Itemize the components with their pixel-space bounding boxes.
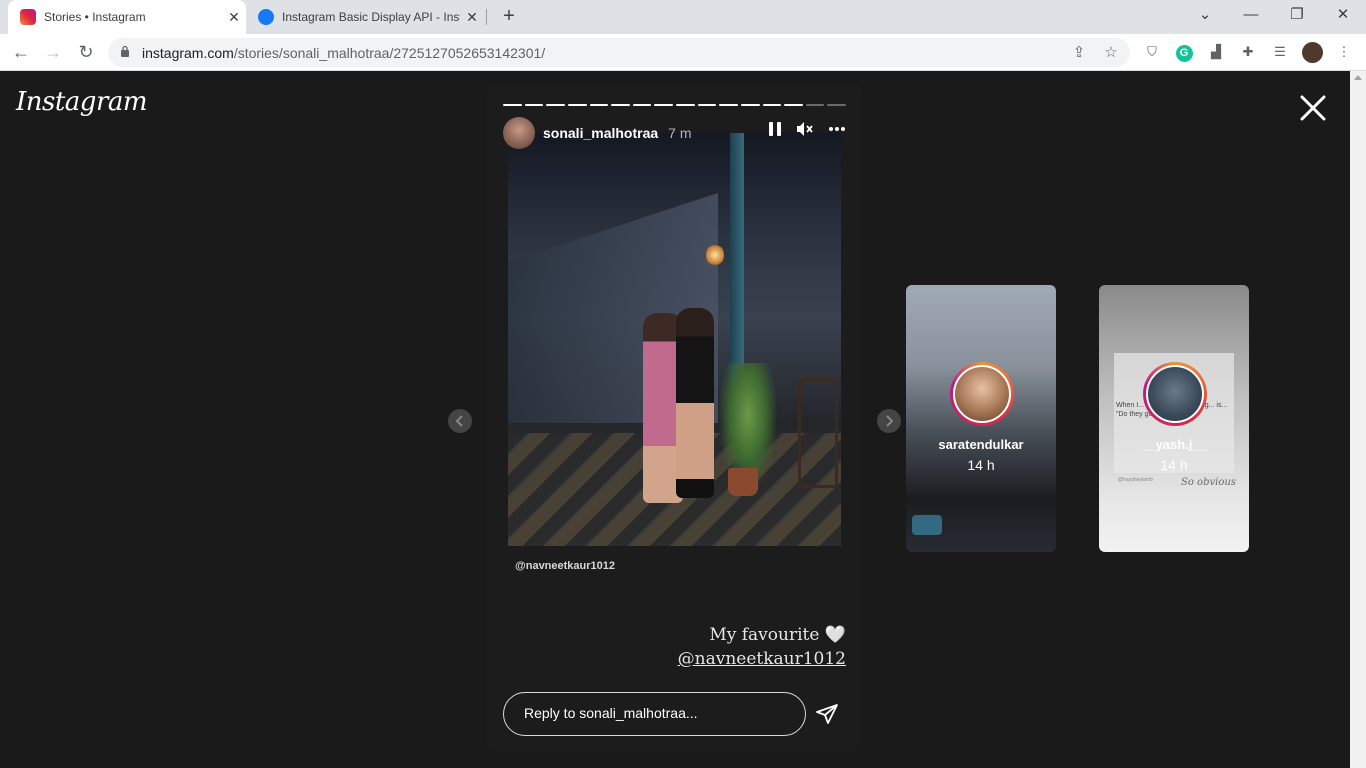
restore-window-icon[interactable]: ❐ — [1274, 0, 1320, 34]
preview-decoration — [912, 515, 942, 535]
url-text: instagram.com/stories/sonali_malhotraa/2… — [142, 45, 545, 61]
next-story-chevron-icon[interactable] — [877, 409, 901, 433]
tab-title: Stories • Instagram — [44, 10, 146, 24]
close-stories-icon[interactable] — [1298, 93, 1328, 123]
previous-story-chevron-icon[interactable] — [448, 409, 472, 433]
story-controls — [768, 121, 846, 137]
pause-icon[interactable] — [768, 121, 782, 137]
preview-username: __yash.j__ — [1141, 437, 1207, 452]
story-preview-yash[interactable]: When I... where the only thing... is... … — [1099, 285, 1249, 552]
preview-timestamp: 14 h — [967, 457, 995, 473]
progress-segment — [805, 104, 825, 106]
story-photo — [508, 133, 841, 546]
grammarly-extension-icon[interactable]: G — [1174, 42, 1194, 62]
instagram-favicon-icon — [20, 9, 36, 25]
progress-segment — [740, 104, 760, 106]
back-arrow-icon[interactable]: ← — [9, 40, 33, 64]
tab-search-chevron-icon[interactable]: ⌄ — [1182, 0, 1228, 34]
minimize-window-icon[interactable]: — — [1228, 0, 1274, 34]
photo-chair — [798, 378, 838, 488]
reload-icon[interactable]: ↻ — [74, 40, 98, 64]
new-tab-plus-icon[interactable]: + — [497, 5, 521, 29]
facebook-favicon-icon — [258, 9, 274, 25]
bookmark-star-icon[interactable]: ☆ — [1102, 44, 1120, 62]
photo-person-right — [676, 308, 714, 498]
tab-separator — [486, 9, 487, 25]
media-queue-icon[interactable]: ☰ — [1270, 42, 1290, 62]
more-options-icon[interactable] — [828, 126, 846, 132]
progress-segment — [524, 104, 544, 106]
tab-instagram-basic-display-api[interactable]: Instagram Basic Display API - Inst ✕ — [248, 0, 484, 34]
progress-segment — [697, 104, 717, 106]
avatar — [1146, 365, 1204, 423]
preview-signature: So obvious — [1181, 477, 1236, 488]
preview-handle: @hayaheylamb — [1118, 477, 1153, 483]
story-caption: My favourite 🤍 @navneetkaur1012 — [678, 623, 846, 671]
progress-segment — [784, 104, 803, 106]
url-host: instagram.com — [142, 45, 234, 61]
tab-close-icon[interactable]: ✕ — [222, 9, 246, 26]
scroll-up-arrow-icon[interactable] — [1354, 75, 1362, 80]
puzzle-extensions-icon[interactable]: ✚ — [1238, 42, 1258, 62]
reply-box[interactable] — [503, 692, 806, 736]
avatar — [953, 365, 1011, 423]
photo-lamp — [706, 243, 724, 267]
caption-line: My favourite 🤍 — [709, 625, 846, 645]
browser-toolbar: ← → ↻ instagram.com/stories/sonali_malho… — [0, 34, 1366, 71]
stories-viewer: Instagram sonali_malhotraa 7 m @navneetk… — [0, 71, 1350, 768]
progress-segment — [632, 104, 652, 106]
caption-mention-link[interactable]: @navneetkaur1012 — [678, 647, 846, 671]
tab-close-icon[interactable]: ✕ — [460, 9, 484, 26]
story-progress-bar — [503, 104, 846, 106]
browser-tab-bar: Stories • Instagram ✕ Instagram Basic Di… — [0, 0, 1366, 34]
analytics-extension-icon[interactable]: ▟ — [1206, 42, 1226, 62]
story-header: sonali_malhotraa 7 m — [503, 117, 846, 149]
page-scrollbar[interactable] — [1350, 71, 1366, 768]
close-window-icon[interactable]: ✕ — [1320, 0, 1366, 34]
kebab-menu-icon[interactable]: ⋮ — [1334, 42, 1354, 62]
photo-mention-tag[interactable]: @navneetkaur1012 — [515, 560, 615, 572]
url-path: /stories/sonali_malhotraa/27251270526531… — [233, 45, 546, 61]
profile-avatar[interactable] — [1302, 42, 1323, 63]
progress-segment — [611, 104, 630, 106]
shield-extension-icon[interactable]: ⛉ — [1142, 42, 1162, 62]
instagram-logo[interactable]: Instagram — [16, 87, 148, 117]
tab-stories-instagram[interactable]: Stories • Instagram ✕ — [8, 0, 246, 34]
preview-avatar-ring — [1143, 362, 1207, 426]
progress-segment — [827, 104, 846, 106]
progress-segment — [654, 104, 673, 106]
preview-username: saratendulkar — [938, 437, 1024, 452]
progress-segment — [589, 104, 609, 106]
story-username[interactable]: sonali_malhotraa — [543, 125, 658, 141]
story-timestamp: 7 m — [668, 125, 692, 141]
address-bar[interactable]: instagram.com/stories/sonali_malhotraa/2… — [108, 38, 1130, 67]
preview-timestamp: 14 h — [1160, 457, 1188, 473]
share-icon[interactable]: ⇪ — [1070, 44, 1088, 62]
progress-segment — [546, 104, 565, 106]
story-preview-saratendulkar[interactable]: saratendulkar 14 h — [906, 285, 1056, 552]
lock-icon — [121, 45, 129, 57]
story-user-avatar[interactable] — [503, 117, 535, 149]
photo-pot — [728, 468, 758, 496]
tab-title: Instagram Basic Display API - Inst — [282, 10, 460, 24]
progress-segment — [762, 104, 782, 106]
progress-segment — [503, 104, 522, 106]
progress-segment — [719, 104, 738, 106]
send-direct-icon[interactable] — [815, 702, 839, 726]
reply-input[interactable] — [524, 705, 784, 721]
active-story-card[interactable]: sonali_malhotraa 7 m @navneetkaur1012 My… — [487, 85, 862, 752]
muted-speaker-icon[interactable] — [796, 121, 814, 137]
preview-avatar-ring — [950, 362, 1014, 426]
forward-arrow-icon[interactable]: → — [41, 40, 65, 64]
progress-segment — [567, 104, 587, 106]
progress-segment — [676, 104, 695, 106]
